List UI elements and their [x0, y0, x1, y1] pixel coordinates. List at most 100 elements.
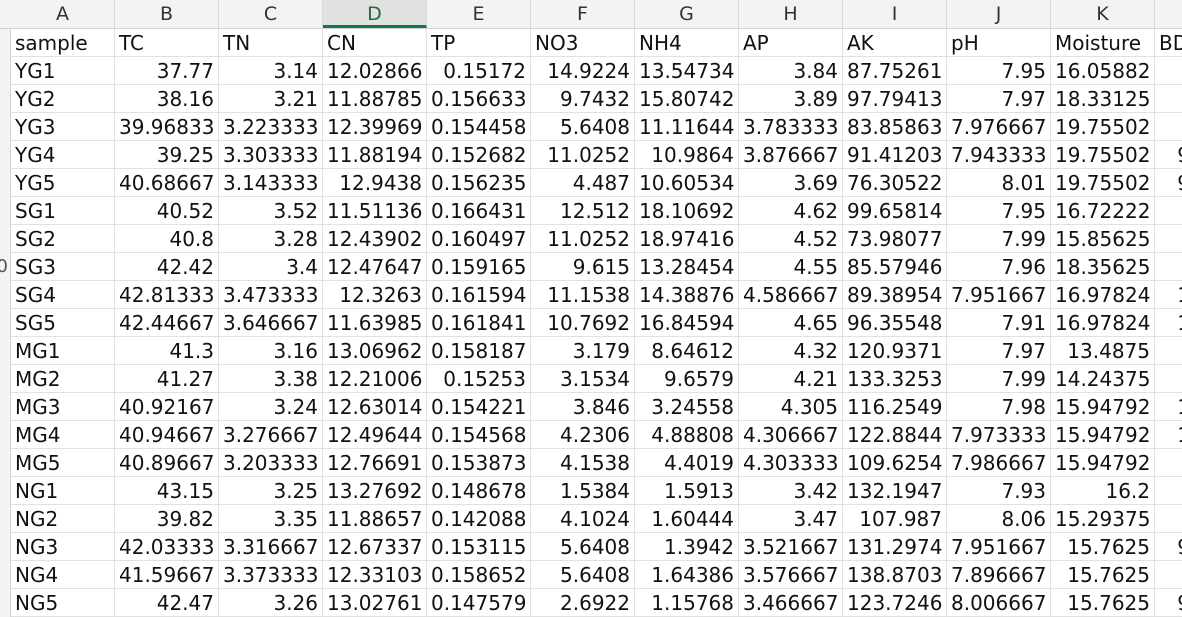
- row-number[interactable]: [0, 421, 8, 449]
- data-cell[interactable]: 3.373333: [219, 561, 323, 589]
- data-cell[interactable]: 3.576667: [739, 561, 843, 589]
- header-cell[interactable]: AP: [739, 29, 843, 57]
- data-cell[interactable]: 7.95: [947, 197, 1051, 225]
- data-cell[interactable]: 0.154458: [427, 113, 531, 141]
- row-number[interactable]: [0, 57, 8, 85]
- data-cell[interactable]: 4.32: [739, 337, 843, 365]
- data-cell[interactable]: 3.4: [219, 253, 323, 281]
- data-cell[interactable]: MG4: [11, 421, 115, 449]
- data-cell[interactable]: SG4: [11, 281, 115, 309]
- data-cell[interactable]: 3.47: [739, 505, 843, 533]
- row-number[interactable]: [0, 337, 8, 365]
- data-cell[interactable]: 16.84594: [635, 309, 739, 337]
- data-cell[interactable]: [1155, 365, 1182, 393]
- data-cell[interactable]: 0.161841: [427, 309, 531, 337]
- data-cell[interactable]: SG3: [11, 253, 115, 281]
- data-cell[interactable]: NG5: [11, 589, 115, 617]
- data-cell[interactable]: 13.54734: [635, 57, 739, 85]
- row-number[interactable]: [0, 533, 8, 561]
- data-cell[interactable]: 0.15172: [427, 57, 531, 85]
- data-cell[interactable]: 0.154568: [427, 421, 531, 449]
- data-cell[interactable]: 132.1947: [843, 477, 947, 505]
- data-cell[interactable]: 0.166431: [427, 197, 531, 225]
- data-cell[interactable]: YG2: [11, 85, 115, 113]
- data-cell[interactable]: 122.8844: [843, 421, 947, 449]
- column-header-h[interactable]: H: [739, 0, 843, 28]
- column-header-b[interactable]: B: [115, 0, 219, 28]
- column-header-e[interactable]: E: [427, 0, 531, 28]
- header-cell[interactable]: NO3: [531, 29, 635, 57]
- data-cell[interactable]: 12.43902: [323, 225, 427, 253]
- data-cell[interactable]: 107.987: [843, 505, 947, 533]
- data-cell[interactable]: 7.95: [947, 57, 1051, 85]
- data-cell[interactable]: 99.65814: [843, 197, 947, 225]
- data-cell[interactable]: 12.3263: [323, 281, 427, 309]
- header-cell[interactable]: BD: [1155, 29, 1182, 57]
- data-cell[interactable]: 43.15: [115, 477, 219, 505]
- data-cell[interactable]: YG5: [11, 169, 115, 197]
- data-cell[interactable]: 4.1538: [531, 449, 635, 477]
- row-number[interactable]: [0, 169, 8, 197]
- data-cell[interactable]: 7.96: [947, 253, 1051, 281]
- data-cell[interactable]: 13.4875: [1051, 337, 1155, 365]
- data-cell[interactable]: 11.88785: [323, 85, 427, 113]
- data-cell[interactable]: NG4: [11, 561, 115, 589]
- row-number[interactable]: [0, 505, 8, 533]
- data-cell[interactable]: 14.38876: [635, 281, 739, 309]
- data-cell[interactable]: 7.98: [947, 393, 1051, 421]
- data-cell[interactable]: [1155, 197, 1182, 225]
- data-cell[interactable]: 4.88808: [635, 421, 739, 449]
- data-cell[interactable]: 3.466667: [739, 589, 843, 617]
- data-cell[interactable]: 4.2306: [531, 421, 635, 449]
- data-cell[interactable]: 7.97: [947, 337, 1051, 365]
- data-cell[interactable]: 13.27692: [323, 477, 427, 505]
- data-cell[interactable]: 4.303333: [739, 449, 843, 477]
- data-cell[interactable]: 3.783333: [739, 113, 843, 141]
- data-cell[interactable]: 10.9864: [635, 141, 739, 169]
- data-cell[interactable]: 138.8703: [843, 561, 947, 589]
- data-cell[interactable]: 4.62: [739, 197, 843, 225]
- row-number[interactable]: [0, 477, 8, 505]
- data-cell[interactable]: 15.7625: [1051, 589, 1155, 617]
- data-cell[interactable]: 42.81333: [115, 281, 219, 309]
- column-header-i[interactable]: I: [843, 0, 947, 28]
- data-cell[interactable]: 7.951667: [947, 533, 1051, 561]
- data-cell[interactable]: 16.72222: [1051, 197, 1155, 225]
- data-cell[interactable]: 87.75261: [843, 57, 947, 85]
- data-cell[interactable]: 42.47: [115, 589, 219, 617]
- data-cell[interactable]: 3.276667: [219, 421, 323, 449]
- row-number[interactable]: [0, 589, 8, 617]
- data-cell[interactable]: 7.93: [947, 477, 1051, 505]
- data-cell[interactable]: 89.38954: [843, 281, 947, 309]
- data-cell[interactable]: 0.153115: [427, 533, 531, 561]
- column-header-l[interactable]: [1155, 0, 1182, 28]
- data-cell[interactable]: 0.15253: [427, 365, 531, 393]
- data-cell[interactable]: 4.1024: [531, 505, 635, 533]
- data-cell[interactable]: 3.84: [739, 57, 843, 85]
- data-cell[interactable]: 4.306667: [739, 421, 843, 449]
- data-cell[interactable]: 131.2974: [843, 533, 947, 561]
- data-cell[interactable]: 12.33103: [323, 561, 427, 589]
- data-cell[interactable]: 12.47647: [323, 253, 427, 281]
- data-cell[interactable]: 11.11644: [635, 113, 739, 141]
- data-cell[interactable]: 19.75502: [1051, 141, 1155, 169]
- row-number[interactable]: [0, 141, 8, 169]
- data-cell[interactable]: 3.143333: [219, 169, 323, 197]
- data-cell[interactable]: 3.316667: [219, 533, 323, 561]
- data-cell[interactable]: [1155, 85, 1182, 113]
- data-cell[interactable]: MG1: [11, 337, 115, 365]
- data-cell[interactable]: 9: [1155, 141, 1182, 169]
- data-cell[interactable]: 4.487: [531, 169, 635, 197]
- data-cell[interactable]: YG4: [11, 141, 115, 169]
- data-cell[interactable]: 16.05882: [1051, 57, 1155, 85]
- data-cell[interactable]: 19.75502: [1051, 169, 1155, 197]
- data-cell[interactable]: 7.986667: [947, 449, 1051, 477]
- data-cell[interactable]: 13.06962: [323, 337, 427, 365]
- data-cell[interactable]: 42.42: [115, 253, 219, 281]
- cell-grid[interactable]: sampleTCTNCNTPNO3NH4APAKpHMoistureBDYG13…: [11, 29, 1182, 617]
- data-cell[interactable]: 0.153873: [427, 449, 531, 477]
- data-cell[interactable]: 8.64612: [635, 337, 739, 365]
- data-cell[interactable]: 2.6922: [531, 589, 635, 617]
- data-cell[interactable]: 7.951667: [947, 281, 1051, 309]
- data-cell[interactable]: 109.6254: [843, 449, 947, 477]
